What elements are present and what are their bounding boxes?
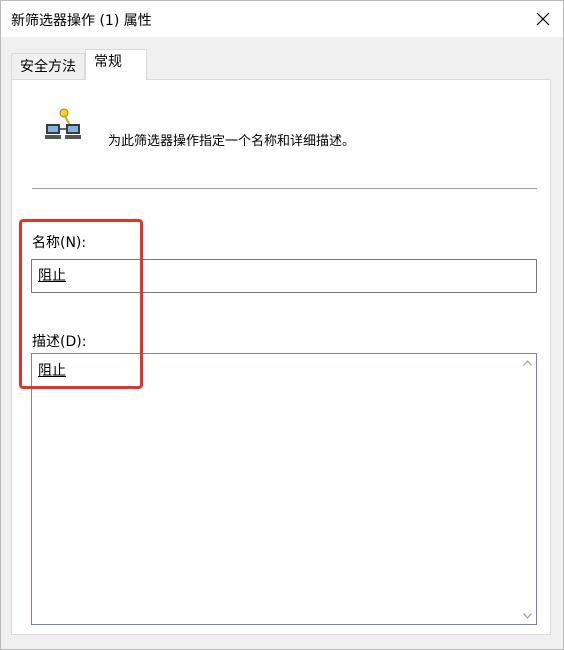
- description-label: 描述(D):: [32, 334, 87, 350]
- scroll-down-button[interactable]: [519, 607, 536, 624]
- properties-dialog: 新筛选器操作 (1) 属性 安全方法 常规 为此筛选器操作指定一个名称和详细描述: [0, 0, 564, 650]
- chevron-down-icon: [523, 612, 532, 619]
- panel-description: 为此筛选器操作指定一个名称和详细描述。: [108, 134, 356, 149]
- filter-action-icon: [45, 108, 81, 139]
- name-input[interactable]: 阻止: [31, 259, 537, 293]
- close-icon: [536, 12, 550, 26]
- description-scrollbar[interactable]: [519, 354, 536, 624]
- chevron-up-icon: [523, 359, 532, 366]
- scroll-up-button[interactable]: [519, 354, 536, 371]
- close-button[interactable]: [523, 1, 563, 37]
- window-title: 新筛选器操作 (1) 属性: [11, 13, 152, 29]
- description-textarea[interactable]: 阻止: [31, 353, 537, 625]
- divider-highlight: [32, 189, 537, 190]
- name-label: 名称(N):: [32, 235, 87, 251]
- tab-security-methods[interactable]: 安全方法: [11, 53, 85, 79]
- name-input-value: 阻止: [38, 268, 66, 284]
- tab-general[interactable]: 常规: [85, 49, 147, 80]
- title-bar: 新筛选器操作 (1) 属性: [1, 1, 563, 37]
- general-tab-panel: 为此筛选器操作指定一个名称和详细描述。 名称(N): 阻止 描述(D): 阻止: [11, 79, 551, 635]
- description-textarea-value: 阻止: [38, 363, 66, 379]
